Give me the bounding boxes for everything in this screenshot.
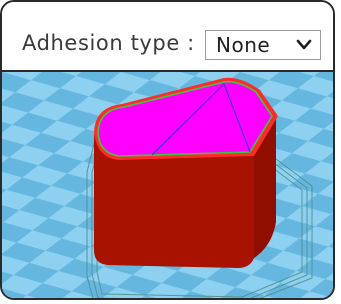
model-object[interactable] bbox=[94, 77, 278, 268]
adhesion-type-select[interactable]: None bbox=[205, 30, 321, 60]
chevron-down-icon bbox=[296, 39, 312, 50]
adhesion-type-label: Adhesion type : bbox=[22, 31, 195, 55]
3d-viewport[interactable] bbox=[2, 72, 333, 298]
adhesion-type-value: None bbox=[216, 33, 271, 57]
adhesion-toolbar: Adhesion type : None bbox=[2, 2, 333, 72]
adhesion-panel: Adhesion type : None bbox=[0, 0, 335, 300]
viewport-canvas bbox=[2, 72, 333, 298]
